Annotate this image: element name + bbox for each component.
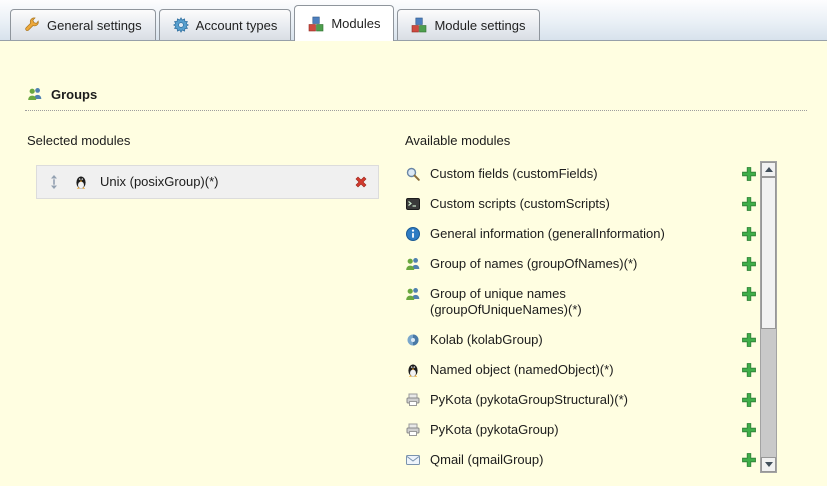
add-module-button[interactable] <box>741 256 757 272</box>
drag-handle-icon <box>46 174 62 190</box>
available-module-label: Named object (namedObject)(*) <box>430 362 614 378</box>
add-module-button[interactable] <box>741 196 757 212</box>
tab-label: General settings <box>47 18 142 33</box>
tab-bar: General settings Account types Modules Modu… <box>0 0 827 41</box>
divider <box>25 110 807 111</box>
tab-label: Account types <box>196 18 278 33</box>
available-module-row: PyKota (pykotaGroup) <box>405 415 757 445</box>
available-module-row: Qmail (qmailGroup) <box>405 445 757 475</box>
tab-general-settings[interactable]: General settings <box>10 9 156 40</box>
tab-module-settings[interactable]: Module settings <box>397 9 539 40</box>
add-icon <box>741 166 757 182</box>
add-icon <box>741 226 757 242</box>
section-title: Groups <box>51 87 97 102</box>
add-module-button[interactable] <box>741 422 757 438</box>
available-module-label: Group of names (groupOfNames)(*) <box>430 256 637 272</box>
scroll-up-button[interactable] <box>761 162 776 177</box>
add-module-button[interactable] <box>741 286 757 302</box>
printer-icon <box>405 392 421 408</box>
magnifier-icon <box>405 166 421 182</box>
drag-handle[interactable] <box>46 174 62 190</box>
available-module-label: General information (generalInformation) <box>430 226 665 242</box>
remove-icon <box>353 174 369 190</box>
scrollbar-thumb[interactable] <box>761 177 776 329</box>
remove-module-button[interactable] <box>353 174 369 190</box>
module-settings-icon <box>411 17 427 33</box>
available-modules-scrollbar[interactable] <box>760 161 777 473</box>
tab-modules[interactable]: Modules <box>294 5 394 41</box>
add-module-button[interactable] <box>741 332 757 348</box>
available-modules-heading: Available modules <box>405 133 510 148</box>
down-arrow-icon <box>765 462 773 467</box>
available-module-row: Custom scripts (customScripts) <box>405 189 757 219</box>
selected-modules-heading: Selected modules <box>27 133 130 148</box>
up-arrow-icon <box>765 167 773 172</box>
available-module-label: Qmail (qmailGroup) <box>430 452 543 468</box>
available-module-row: Group of unique names (groupOfUniqueName… <box>405 279 757 325</box>
printer-icon <box>405 422 421 438</box>
available-modules-list: Custom fields (customFields) Custom scrip… <box>405 159 757 475</box>
available-module-label: Custom scripts (customScripts) <box>430 196 610 212</box>
modules-icon <box>308 16 324 32</box>
add-icon <box>741 286 757 302</box>
selected-modules-list: Unix (posixGroup)(*) <box>36 165 379 199</box>
section-header: Groups <box>27 86 97 102</box>
add-module-button[interactable] <box>741 226 757 242</box>
group-icon <box>405 286 421 302</box>
add-module-button[interactable] <box>741 392 757 408</box>
mail-icon <box>405 452 421 468</box>
content-area: Groups Selected modules Available module… <box>0 41 827 486</box>
kolab-icon <box>405 332 421 348</box>
tab-account-types[interactable]: Account types <box>159 9 292 40</box>
add-icon <box>741 332 757 348</box>
tux-icon <box>73 174 89 190</box>
available-module-label: PyKota (pykotaGroup) <box>430 422 559 438</box>
add-module-button[interactable] <box>741 452 757 468</box>
add-icon <box>741 362 757 378</box>
available-module-label: PyKota (pykotaGroupStructural)(*) <box>430 392 628 408</box>
add-icon <box>741 422 757 438</box>
add-module-button[interactable] <box>741 362 757 378</box>
add-icon <box>741 452 757 468</box>
add-icon <box>741 196 757 212</box>
tux-icon <box>405 362 421 378</box>
available-module-row: Custom fields (customFields) <box>405 159 757 189</box>
available-module-row: Group of names (groupOfNames)(*) <box>405 249 757 279</box>
available-module-label: Kolab (kolabGroup) <box>430 332 543 348</box>
tab-label: Modules <box>331 16 380 31</box>
info-icon <box>405 226 421 242</box>
lam-configuration-page: General settings Account types Modules Modu… <box>0 0 827 486</box>
available-module-row: Named object (namedObject)(*) <box>405 355 757 385</box>
tab-label: Module settings <box>434 18 525 33</box>
selected-module-row: Unix (posixGroup)(*) <box>36 165 379 199</box>
group-icon <box>405 256 421 272</box>
available-module-row: General information (generalInformation) <box>405 219 757 249</box>
add-icon <box>741 256 757 272</box>
add-icon <box>741 392 757 408</box>
wrench-icon <box>24 17 40 33</box>
selected-module-label: Unix (posixGroup)(*) <box>100 174 218 190</box>
available-module-row: Kolab (kolabGroup) <box>405 325 757 355</box>
gear-icon <box>173 17 189 33</box>
groups-icon <box>27 86 43 102</box>
available-module-label: Group of unique names (groupOfUniqueName… <box>430 286 692 318</box>
terminal-icon <box>405 196 421 212</box>
scroll-down-button[interactable] <box>761 457 776 472</box>
add-module-button[interactable] <box>741 166 757 182</box>
available-module-label: Custom fields (customFields) <box>430 166 598 182</box>
available-module-row: PyKota (pykotaGroupStructural)(*) <box>405 385 757 415</box>
